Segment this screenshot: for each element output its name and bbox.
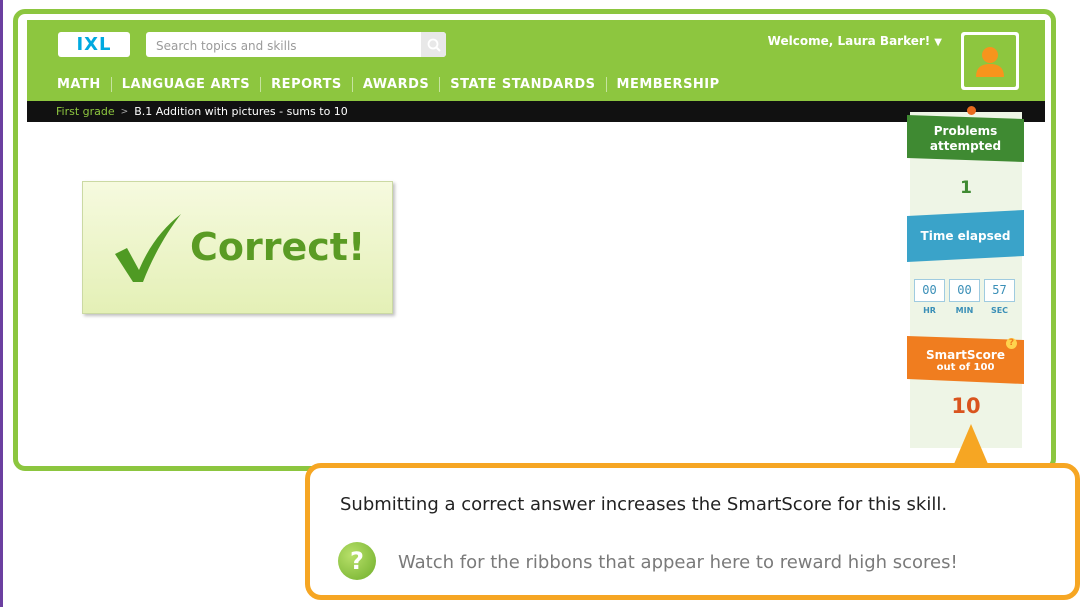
correct-feedback: Correct! (82, 181, 393, 314)
ixl-logo[interactable]: IXL (58, 32, 130, 57)
help-icon: ? (338, 542, 376, 580)
search-icon (427, 38, 441, 52)
nav-language-arts[interactable]: LANGUAGE ARTS (112, 76, 262, 92)
avatar[interactable] (961, 32, 1019, 90)
problems-count: 1 (960, 178, 972, 198)
search-input[interactable] (154, 32, 418, 59)
ribbon-pin (967, 106, 976, 115)
welcome-menu[interactable]: Welcome, Laura Barker! ▼ (768, 34, 942, 48)
welcome-text: Welcome, Laura Barker! (767, 34, 931, 48)
smartscore-sublabel: out of 100 (936, 361, 995, 373)
nav-math[interactable]: MATH (57, 76, 112, 92)
callout-tip-text: Watch for the ribbons that appear here t… (398, 552, 958, 573)
timer: 00 00 57 (914, 279, 1015, 302)
search-box[interactable] (146, 32, 446, 59)
caret-down-icon: ▼ (934, 37, 942, 48)
time-elapsed-ribbon: Time elapsed (907, 210, 1024, 262)
breadcrumb-separator: > (120, 106, 129, 117)
avatar-background (964, 35, 1016, 87)
search-button[interactable] (421, 32, 446, 57)
main-nav: MATH LANGUAGE ARTS REPORTS AWARDS STATE … (57, 72, 730, 96)
smartscore-value: 10 (951, 394, 981, 418)
nav-membership[interactable]: MEMBERSHIP (607, 77, 730, 92)
timer-hours-label: HR (923, 306, 936, 315)
problems-label-line1: Problems (933, 123, 998, 138)
user-avatar-icon (976, 47, 1004, 77)
timer-labels: HR MIN SEC (914, 306, 1015, 315)
breadcrumb: First grade > B.1 Addition with pictures… (27, 101, 1045, 122)
callout-arrow-icon (954, 424, 988, 464)
nav-awards[interactable]: AWARDS (353, 76, 441, 92)
problems-attempted-ribbon: Problems attempted (907, 115, 1024, 162)
header-bar: IXL Welcome, Laura Barker!▼ MATH LANGUAG… (27, 20, 1045, 101)
left-edge-stripe (0, 0, 3, 607)
correct-message: Correct! (190, 225, 366, 269)
logo-text: IXL (76, 34, 112, 55)
nav-reports[interactable]: REPORTS (261, 76, 353, 92)
breadcrumb-grade[interactable]: First grade (56, 105, 115, 118)
timer-minutes: 00 (949, 279, 980, 302)
breadcrumb-skill: B.1 Addition with pictures - sums to 10 (134, 105, 348, 118)
timer-seconds-label: SEC (990, 306, 1009, 315)
timer-hours: 00 (914, 279, 945, 302)
time-elapsed-label: Time elapsed (920, 229, 1011, 243)
smartscore-label: SmartScore (926, 347, 1005, 362)
nav-state-standards[interactable]: STATE STANDARDS (440, 76, 607, 92)
checkmark-icon (115, 214, 181, 282)
tip-callout: Submitting a correct answer increases th… (305, 463, 1080, 600)
timer-seconds: 57 (984, 279, 1015, 302)
timer-minutes-label: MIN (955, 306, 974, 315)
callout-main-text: Submitting a correct answer increases th… (340, 494, 948, 515)
problems-label-line2: attempted (929, 138, 1002, 153)
smartscore-help-icon[interactable]: ? (1006, 338, 1017, 349)
